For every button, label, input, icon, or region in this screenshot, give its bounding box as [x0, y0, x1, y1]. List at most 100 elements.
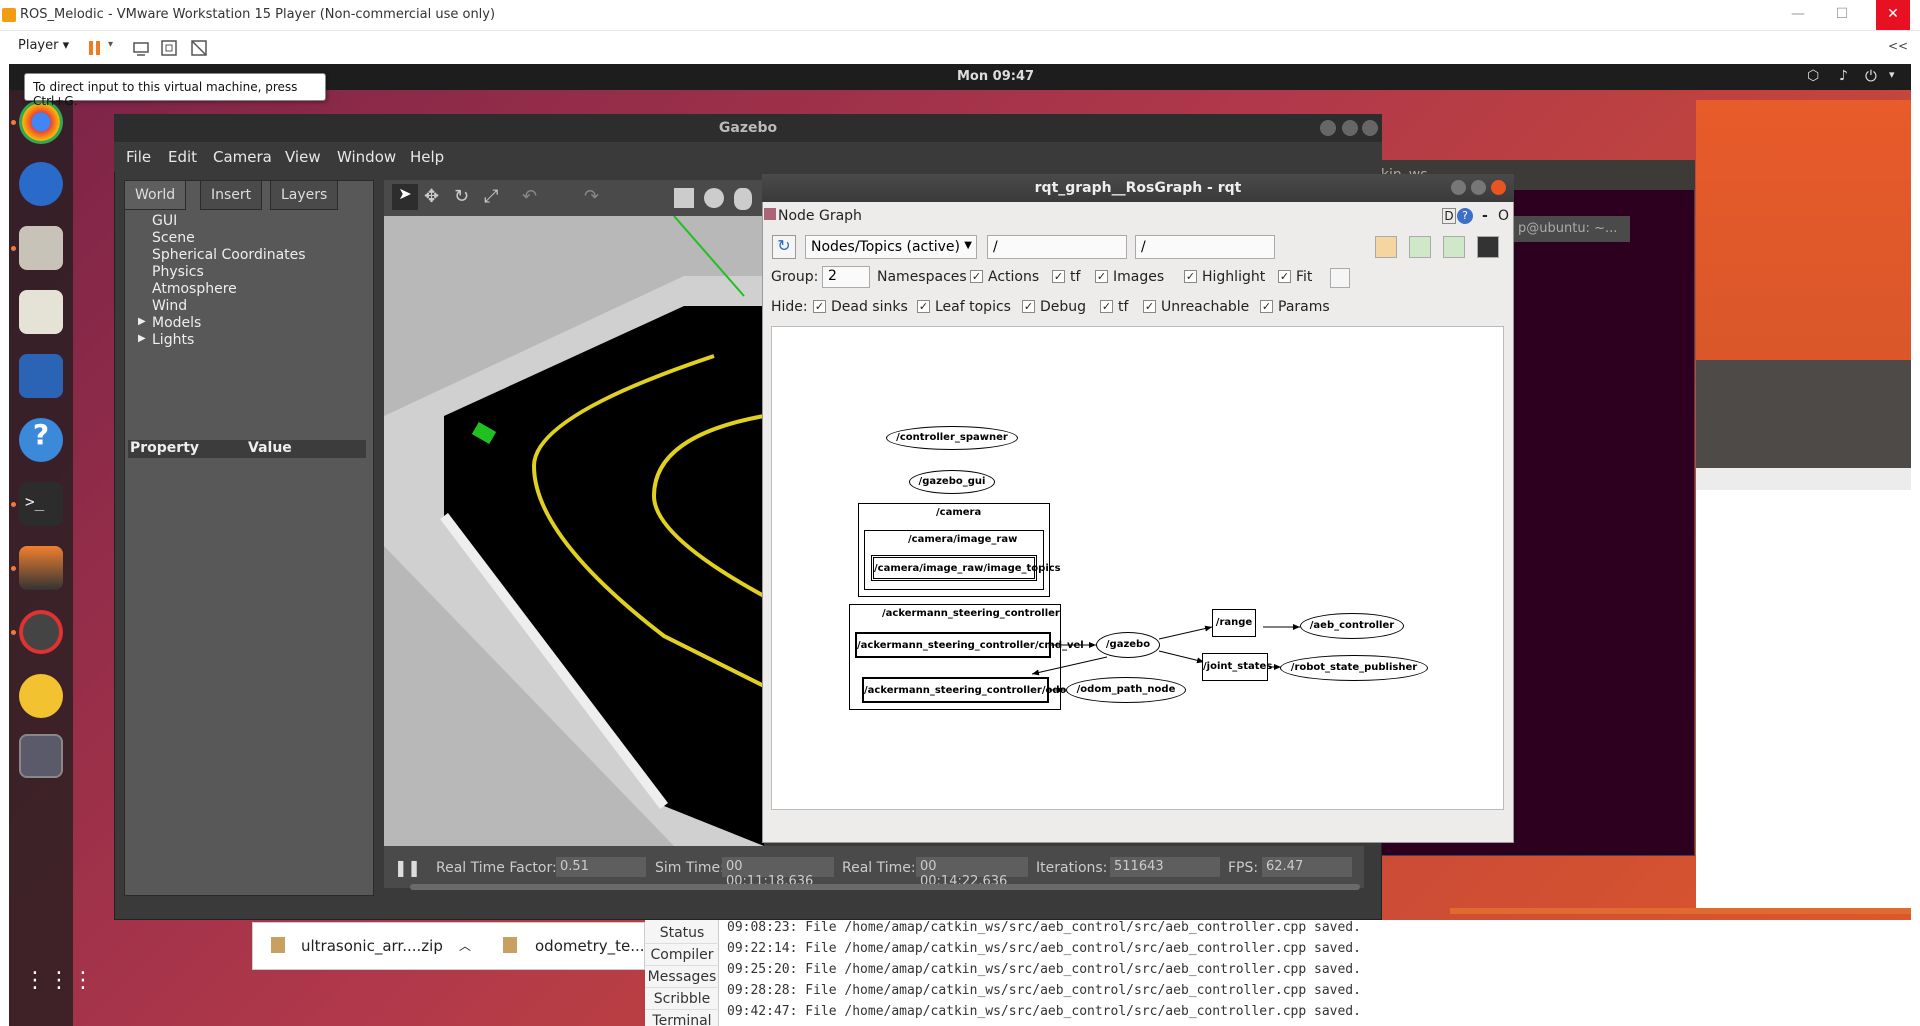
- scale-mode-icon[interactable]: ⤢: [484, 186, 498, 207]
- tree-item-models[interactable]: Models: [152, 315, 201, 331]
- network-icon[interactable]: ⬡: [1807, 68, 1819, 84]
- graph-topic[interactable]: /camera/image_raw/image_topics: [871, 555, 1061, 581]
- tree-item-physics[interactable]: Physics: [152, 264, 204, 280]
- sphere-shape-icon[interactable]: [704, 188, 724, 208]
- panel-close-button[interactable]: O: [1498, 208, 1509, 224]
- tab-layers[interactable]: Layers: [270, 180, 339, 210]
- minimize-button[interactable]: —: [1788, 6, 1808, 24]
- menu-edit[interactable]: Edit: [168, 148, 197, 166]
- rhythmbox-icon[interactable]: [19, 290, 63, 334]
- show-applications-icon[interactable]: ⋮⋮⋮: [24, 970, 94, 1008]
- expand-arrow-icon[interactable]: ▶: [138, 316, 146, 327]
- collapse-toolbar-button[interactable]: <<: [1888, 39, 1908, 53]
- minimize-button[interactable]: [1320, 120, 1336, 136]
- panel-minimize-button[interactable]: -: [1482, 208, 1488, 224]
- fullscreen-icon[interactable]: [160, 39, 178, 57]
- close-button[interactable]: ✕: [1876, 0, 1910, 30]
- help-icon[interactable]: ?: [19, 418, 63, 462]
- menu-help[interactable]: Help: [410, 148, 444, 166]
- tree-item-spherical-coordinates[interactable]: Spherical Coordinates: [152, 247, 306, 263]
- save-svg-icon[interactable]: [1443, 236, 1465, 258]
- actions-checkbox[interactable]: ✓: [970, 270, 983, 283]
- tf-checkbox[interactable]: ✓: [1052, 270, 1065, 283]
- terminal-tab[interactable]: p@ubuntu: ~...: [1510, 216, 1630, 242]
- tab-status[interactable]: Status: [645, 922, 719, 944]
- help-icon[interactable]: ?: [1457, 208, 1473, 224]
- close-button[interactable]: [1491, 180, 1506, 195]
- debug-checkbox[interactable]: ✓: [1022, 300, 1035, 313]
- tab-compiler[interactable]: Compiler: [645, 944, 719, 966]
- graph-node[interactable]: /gazebo: [1096, 632, 1160, 658]
- images-checkbox[interactable]: ✓: [1095, 270, 1108, 283]
- files-icon[interactable]: [19, 226, 63, 270]
- graph-node[interactable]: /aeb_controller: [1300, 613, 1404, 639]
- expand-arrow-icon[interactable]: ▶: [138, 333, 146, 344]
- volume-icon[interactable]: ♪: [1839, 68, 1848, 84]
- player-menu-button[interactable]: Player ▾: [18, 38, 69, 53]
- tree-item-scene[interactable]: Scene: [152, 230, 195, 246]
- minimize-button[interactable]: [1451, 180, 1466, 195]
- clock[interactable]: Mon 09:47: [957, 69, 1034, 84]
- send-ctrl-alt-del-icon[interactable]: [132, 39, 150, 57]
- translate-mode-icon[interactable]: ✥: [424, 186, 439, 207]
- rotate-mode-icon[interactable]: ↻: [454, 186, 469, 207]
- graph-topic[interactable]: /range: [1212, 609, 1256, 637]
- pause-icon[interactable]: ❚❚: [394, 858, 421, 877]
- graph-node[interactable]: /odom_path_node: [1066, 677, 1186, 703]
- fit-checkbox[interactable]: ✓: [1278, 270, 1291, 283]
- chevron-down-icon[interactable]: ▾: [1889, 68, 1895, 81]
- terminal-icon[interactable]: >_: [19, 482, 63, 526]
- menu-view[interactable]: View: [285, 148, 321, 166]
- namespace-filter-input[interactable]: /: [987, 235, 1127, 259]
- blocked-app-icon[interactable]: [19, 610, 63, 654]
- undo-icon[interactable]: ↶: [522, 186, 537, 207]
- tf-hide-checkbox[interactable]: ✓: [1100, 300, 1113, 313]
- node-graph-canvas[interactable]: /controller_spawner /gazebo_gui /camera …: [771, 326, 1504, 810]
- pause-icon[interactable]: [86, 39, 104, 57]
- thunderbird-icon[interactable]: [19, 162, 63, 206]
- download-item[interactable]: odometry_te...: [535, 937, 645, 955]
- tree-item-atmosphere[interactable]: Atmosphere: [152, 281, 237, 297]
- menu-camera[interactable]: Camera: [213, 148, 272, 166]
- topic-filter-input[interactable]: /: [1135, 235, 1275, 259]
- chevron-up-icon[interactable]: ︿: [459, 937, 471, 954]
- rqt-icon[interactable]: [19, 734, 63, 778]
- fit-view-icon[interactable]: [1330, 268, 1350, 288]
- tree-item-lights[interactable]: Lights: [152, 332, 194, 348]
- leaf-topics-checkbox[interactable]: ✓: [917, 300, 930, 313]
- horizontal-scrollbar[interactable]: [410, 884, 1360, 890]
- refresh-icon[interactable]: ↻: [772, 235, 796, 259]
- panel-detach-button[interactable]: D: [1442, 208, 1456, 224]
- save-dot-icon[interactable]: [1409, 236, 1431, 258]
- graph-node[interactable]: /gazebo_gui: [909, 470, 995, 494]
- libreoffice-writer-icon[interactable]: [19, 354, 63, 398]
- load-dot-icon[interactable]: [1375, 236, 1397, 258]
- save-image-icon[interactable]: [1477, 236, 1499, 258]
- graph-topic[interactable]: /joint_states: [1202, 653, 1272, 681]
- cylinder-shape-icon[interactable]: [734, 188, 752, 210]
- params-checkbox[interactable]: ✓: [1260, 300, 1273, 313]
- tab-messages[interactable]: Messages: [645, 966, 719, 988]
- close-button[interactable]: [1362, 120, 1378, 136]
- maximize-button[interactable]: [1471, 180, 1486, 195]
- maximize-button[interactable]: [1342, 120, 1358, 136]
- power-icon[interactable]: ⏻: [1865, 67, 1877, 85]
- tab-scribble[interactable]: Scribble: [645, 988, 719, 1010]
- tree-item-gui[interactable]: GUI: [152, 213, 177, 229]
- graph-node[interactable]: /controller_spawner: [886, 426, 1018, 450]
- graph-type-select[interactable]: Nodes/Topics (active) ▼: [805, 235, 977, 259]
- tree-item-wind[interactable]: Wind: [152, 298, 187, 314]
- graph-node[interactable]: /robot_state_publisher: [1280, 655, 1428, 681]
- menu-file[interactable]: File: [126, 148, 151, 166]
- tab-insert[interactable]: Insert: [200, 180, 263, 210]
- redo-icon[interactable]: ↷: [584, 186, 599, 207]
- highlight-checkbox[interactable]: ✓: [1184, 270, 1197, 283]
- maximize-button[interactable]: ☐: [1832, 6, 1852, 24]
- dead-sinks-checkbox[interactable]: ✓: [813, 300, 826, 313]
- tab-world[interactable]: World: [124, 180, 187, 210]
- teapot-icon[interactable]: [19, 674, 63, 718]
- menu-window[interactable]: Window: [337, 148, 396, 166]
- unity-mode-icon[interactable]: [190, 39, 208, 57]
- chevron-down-icon[interactable]: ▾: [108, 39, 126, 57]
- gazebo-3d-view[interactable]: [384, 216, 764, 846]
